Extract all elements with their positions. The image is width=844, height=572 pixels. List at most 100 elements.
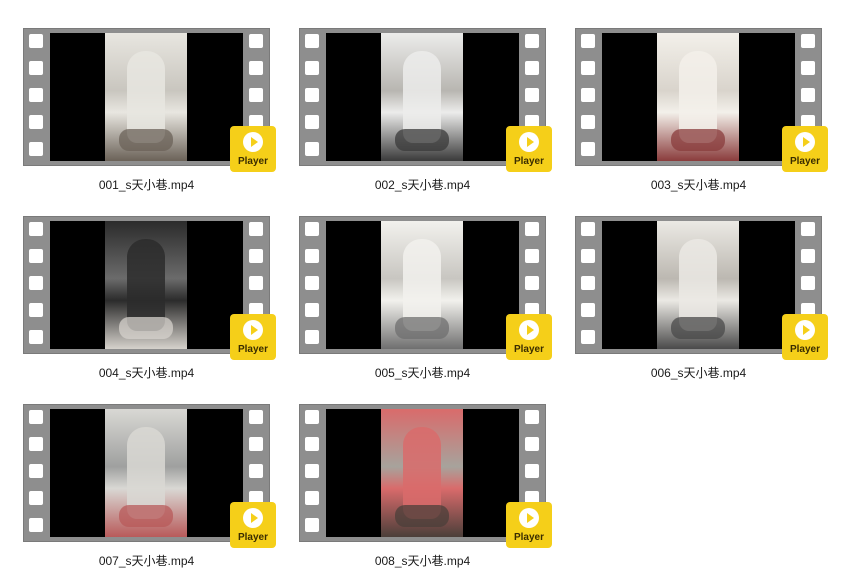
player-badge-label: Player — [513, 532, 545, 543]
video-frame-image — [657, 221, 739, 349]
film-hole — [525, 276, 539, 290]
play-triangle-icon — [803, 137, 810, 147]
play-icon — [795, 132, 815, 152]
video-thumbnail[interactable]: Player — [23, 216, 283, 378]
video-frame-image — [105, 409, 187, 537]
frame-accent-shape — [671, 129, 725, 151]
player-badge[interactable]: Player — [506, 126, 552, 172]
video-frame-image — [657, 33, 739, 161]
frame-accent-shape — [119, 505, 173, 527]
film-hole — [801, 61, 815, 75]
video-frame-image — [381, 409, 463, 537]
film-perforation-strip — [299, 216, 326, 354]
file-name[interactable]: 002_s天小巷.mp4 — [299, 176, 546, 193]
video-thumbnail[interactable]: Player — [575, 28, 835, 190]
player-badge[interactable]: Player — [506, 502, 552, 548]
video-thumbnail[interactable]: Player — [299, 216, 559, 378]
file-item[interactable]: Player 006_s天小巷.mp4 — [575, 216, 835, 396]
film-hole — [29, 437, 43, 451]
film-hole — [249, 61, 263, 75]
film-perforation-strip — [575, 28, 602, 166]
file-item[interactable]: Player 007_s天小巷.mp4 — [23, 404, 283, 572]
file-item[interactable]: Player 005_s天小巷.mp4 — [299, 216, 559, 396]
play-icon — [243, 320, 263, 340]
file-name[interactable]: 008_s天小巷.mp4 — [299, 552, 546, 569]
film-hole — [581, 330, 595, 344]
file-name[interactable]: 005_s天小巷.mp4 — [299, 364, 546, 381]
film-perforation-strip — [23, 28, 50, 166]
film-hole — [249, 249, 263, 263]
film-hole — [581, 115, 595, 129]
frame-accent-shape — [395, 129, 449, 151]
film-hole — [305, 518, 319, 532]
film-perforation-strip — [299, 404, 326, 542]
file-item[interactable]: Player 002_s天小巷.mp4 — [299, 28, 559, 208]
play-icon — [243, 508, 263, 528]
player-badge[interactable]: Player — [506, 314, 552, 360]
player-badge[interactable]: Player — [782, 314, 828, 360]
film-hole — [581, 88, 595, 102]
film-hole — [525, 410, 539, 424]
film-hole — [581, 303, 595, 317]
video-thumbnail[interactable]: Player — [299, 404, 559, 566]
film-hole — [305, 115, 319, 129]
film-hole — [525, 437, 539, 451]
player-badge[interactable]: Player — [230, 126, 276, 172]
file-name[interactable]: 006_s天小巷.mp4 — [575, 364, 822, 381]
film-hole — [29, 276, 43, 290]
film-hole — [29, 34, 43, 48]
play-icon — [519, 508, 539, 528]
film-hole — [305, 88, 319, 102]
film-hole — [29, 518, 43, 532]
player-badge[interactable]: Player — [782, 126, 828, 172]
file-name[interactable]: 004_s天小巷.mp4 — [23, 364, 270, 381]
player-badge-label: Player — [237, 156, 269, 167]
play-icon — [795, 320, 815, 340]
file-item[interactable]: Player 004_s天小巷.mp4 — [23, 216, 283, 396]
video-preview — [602, 221, 795, 349]
film-hole — [249, 276, 263, 290]
film-hole — [29, 88, 43, 102]
film-hole — [581, 276, 595, 290]
video-preview — [326, 33, 519, 161]
film-hole — [525, 249, 539, 263]
film-hole — [581, 249, 595, 263]
film-hole — [29, 330, 43, 344]
video-preview — [50, 33, 243, 161]
file-item[interactable]: Player 003_s天小巷.mp4 — [575, 28, 835, 208]
frame-accent-shape — [119, 317, 173, 339]
player-badge[interactable]: Player — [230, 314, 276, 360]
player-badge-label: Player — [237, 344, 269, 355]
video-preview — [602, 33, 795, 161]
play-triangle-icon — [527, 325, 534, 335]
film-hole — [249, 34, 263, 48]
video-thumbnail[interactable]: Player — [23, 28, 283, 190]
video-thumbnail[interactable]: Player — [299, 28, 559, 190]
film-hole — [29, 249, 43, 263]
player-badge[interactable]: Player — [230, 502, 276, 548]
file-name[interactable]: 007_s天小巷.mp4 — [23, 552, 270, 569]
player-badge-label: Player — [237, 532, 269, 543]
play-icon — [519, 320, 539, 340]
film-hole — [29, 61, 43, 75]
film-hole — [525, 88, 539, 102]
film-hole — [29, 464, 43, 478]
film-perforation-strip — [575, 216, 602, 354]
file-item[interactable]: Player 001_s天小巷.mp4 — [23, 28, 283, 208]
file-name[interactable]: 003_s天小巷.mp4 — [575, 176, 822, 193]
film-hole — [525, 61, 539, 75]
film-hole — [801, 249, 815, 263]
file-item[interactable]: Player 008_s天小巷.mp4 — [299, 404, 559, 572]
video-thumbnail[interactable]: Player — [23, 404, 283, 566]
film-hole — [29, 142, 43, 156]
film-perforation-strip — [23, 404, 50, 542]
player-badge-label: Player — [789, 156, 821, 167]
video-frame-image — [381, 221, 463, 349]
video-frame-image — [105, 221, 187, 349]
file-name[interactable]: 001_s天小巷.mp4 — [23, 176, 270, 193]
film-hole — [305, 491, 319, 505]
video-preview — [326, 409, 519, 537]
film-hole — [305, 303, 319, 317]
video-thumbnail[interactable]: Player — [575, 216, 835, 378]
play-icon — [519, 132, 539, 152]
